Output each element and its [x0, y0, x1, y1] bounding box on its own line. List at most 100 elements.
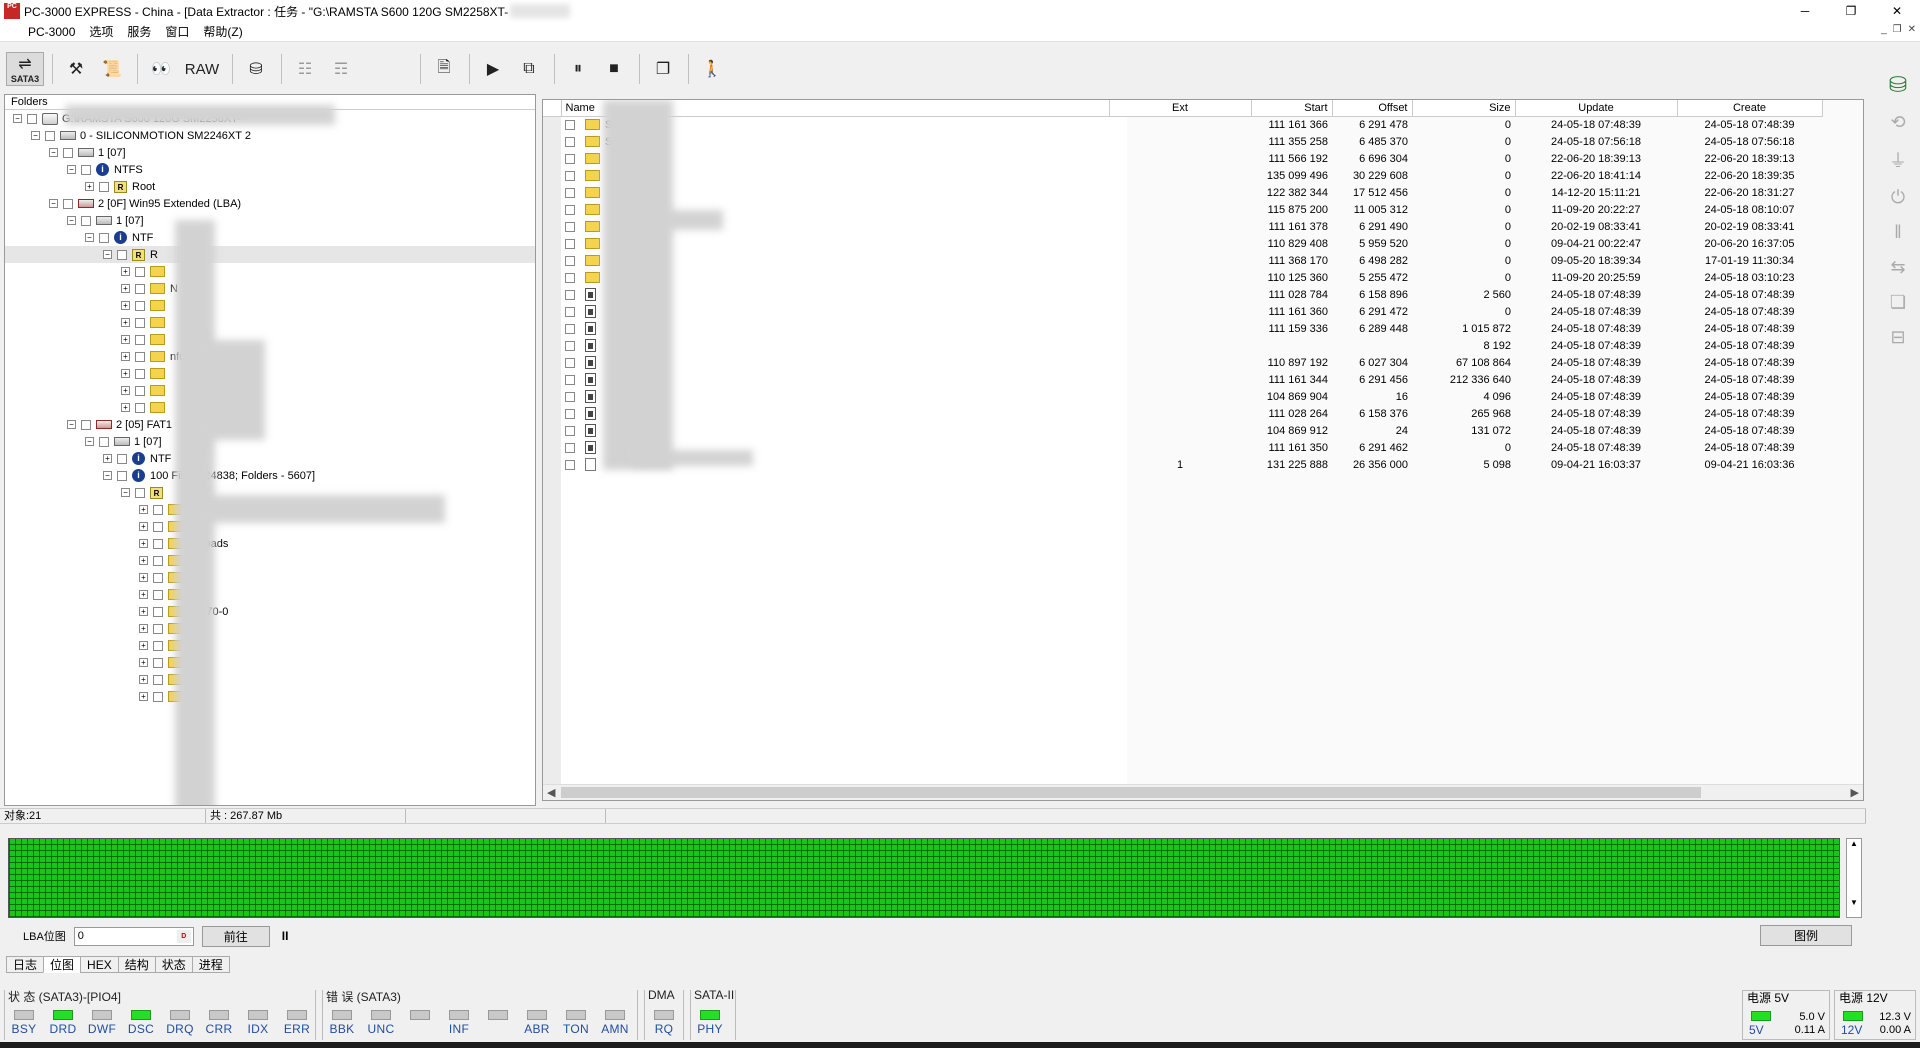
- tab-progress[interactable]: 进程: [191, 956, 230, 973]
- expand-icon[interactable]: +: [139, 675, 148, 684]
- menu-pc3000[interactable]: PC-3000: [0, 25, 82, 39]
- tree-checkbox[interactable]: [135, 402, 145, 413]
- expand-icon[interactable]: +: [121, 352, 130, 361]
- file-checkbox[interactable]: [565, 357, 575, 368]
- tree-checkbox[interactable]: [135, 385, 145, 396]
- file-checkbox[interactable]: [565, 340, 575, 351]
- network-icon[interactable]: ⧉: [512, 52, 546, 86]
- col-offset[interactable]: Offset: [1332, 100, 1413, 117]
- tree-checkbox[interactable]: [63, 147, 73, 158]
- tree-checkbox[interactable]: [45, 130, 55, 141]
- tree-node[interactable]: +: [5, 671, 535, 688]
- tree-checkbox[interactable]: [153, 606, 163, 617]
- lba-input[interactable]: 0 D: [73, 926, 194, 946]
- pause-icon[interactable]: ⏸: [561, 52, 595, 86]
- tree-checkbox[interactable]: [135, 300, 145, 311]
- file-checkbox[interactable]: [565, 187, 575, 198]
- tree-node[interactable]: − 1 [07]: [5, 433, 535, 450]
- horizontal-scrollbar[interactable]: ◀ ▶: [543, 784, 1863, 800]
- tree-checkbox[interactable]: [135, 351, 145, 362]
- tree-node[interactable]: +wnloads: [5, 535, 535, 552]
- lba-pause-button[interactable]: II: [282, 929, 289, 943]
- tree-node[interactable]: − 2 [05] FAT1: [5, 416, 535, 433]
- scroll-thumb[interactable]: [561, 787, 1701, 798]
- tree-node[interactable]: +: [5, 331, 535, 348]
- stop-icon[interactable]: ■: [597, 52, 631, 86]
- expand-icon[interactable]: +: [121, 301, 130, 310]
- menu-help[interactable]: 帮助(Z): [196, 23, 249, 40]
- expand-icon[interactable]: +: [139, 658, 148, 667]
- raw-button[interactable]: RAW: [180, 52, 224, 86]
- tree-checkbox[interactable]: [135, 317, 145, 328]
- menu-window[interactable]: 窗口: [158, 23, 196, 40]
- file-checkbox[interactable]: [565, 442, 575, 453]
- file-checkbox[interactable]: [565, 459, 575, 470]
- tree-node[interactable]: +b2870-0: [5, 603, 535, 620]
- collapse-icon[interactable]: −: [67, 165, 76, 174]
- tree-node[interactable]: +: [5, 569, 535, 586]
- tree-checkbox[interactable]: [153, 657, 163, 668]
- expand-icon[interactable]: +: [139, 641, 148, 650]
- connect-icon[interactable]: ⇆: [1890, 257, 1905, 278]
- tree-checkbox[interactable]: [153, 504, 163, 515]
- tree-node[interactable]: +: [5, 688, 535, 705]
- tree-checkbox[interactable]: [153, 589, 163, 600]
- expand-icon[interactable]: +: [121, 335, 130, 344]
- expand-icon[interactable]: +: [139, 556, 148, 565]
- legend-button[interactable]: 图例: [1760, 925, 1852, 946]
- tree-node[interactable]: +: [5, 297, 535, 314]
- tree-node[interactable]: +N: [5, 280, 535, 297]
- tree-checkbox[interactable]: [153, 538, 163, 549]
- go-button[interactable]: 前往: [201, 925, 270, 947]
- tree-node[interactable]: − 1 [07]: [5, 144, 535, 161]
- expand-icon[interactable]: +: [139, 692, 148, 701]
- minimize-button[interactable]: ─: [1782, 0, 1828, 22]
- file-row[interactable]: S111 355 2586 485 370024-05-18 07:56:182…: [543, 133, 1822, 150]
- file-checkbox[interactable]: [565, 374, 575, 385]
- file-checkbox[interactable]: [565, 204, 575, 215]
- reset-icon[interactable]: ⟲: [1890, 112, 1905, 133]
- expand-icon[interactable]: +: [85, 182, 94, 191]
- menu-options[interactable]: 选项: [82, 23, 120, 40]
- scroll-up-icon[interactable]: ▲: [1847, 839, 1861, 848]
- col-ext[interactable]: Ext: [1109, 100, 1252, 117]
- expand-icon[interactable]: +: [139, 590, 148, 599]
- collapse-icon[interactable]: −: [67, 216, 76, 225]
- expand-icon[interactable]: +: [121, 369, 130, 378]
- tree-checkbox[interactable]: [153, 555, 163, 566]
- file-checkbox[interactable]: [565, 289, 575, 300]
- expand-icon[interactable]: +: [139, 539, 148, 548]
- file-row[interactable]: 104 869 904 16 4 096 24-05-18 07:48:39 24-05…: [543, 388, 1822, 405]
- col-size[interactable]: Size: [1412, 100, 1516, 117]
- database-icon[interactable]: ⛁: [1889, 72, 1907, 98]
- file-row[interactable]: 111 161 378 6 291 490 0 20-02-19 08:33:41 20…: [543, 218, 1822, 235]
- col-update[interactable]: Update: [1515, 100, 1678, 117]
- file-row[interactable]: 110 829 408 5 959 520 0 09-04-21 00:22:47 20…: [543, 235, 1822, 252]
- expand-icon[interactable]: +: [139, 573, 148, 582]
- mdi-restore-button[interactable]: ❐: [1893, 24, 1902, 35]
- expand-icon[interactable]: +: [139, 607, 148, 616]
- side-pause-icon[interactable]: ‖: [1894, 222, 1901, 243]
- expand-icon[interactable]: +: [121, 386, 130, 395]
- expand-icon[interactable]: +: [139, 624, 148, 633]
- collapse-icon[interactable]: −: [49, 148, 58, 157]
- file-row[interactable]: 111 161 360 6 291 472 0 24-05-18 07:48:39 24…: [543, 303, 1822, 320]
- file-row[interactable]: 111 028 264 6 158 376 265 968 24-05-18 07:4…: [543, 405, 1822, 422]
- tree-node[interactable]: − i NTF: [5, 229, 535, 246]
- tree-tasks-icon[interactable]: ☶: [324, 52, 358, 86]
- collapse-icon[interactable]: −: [103, 471, 112, 480]
- play-icon[interactable]: ▶: [476, 52, 510, 86]
- tree-checkbox[interactable]: [135, 487, 145, 498]
- col-create[interactable]: Create: [1677, 100, 1823, 117]
- file-row[interactable]: 122 382 344 17 512 456 0 14-12-20 15:11:21 2…: [543, 184, 1822, 201]
- file-row[interactable]: 8 192 24-05-18 07:48:39 24-05-18 07:48:39: [543, 337, 1822, 354]
- tree-node[interactable]: +: [5, 552, 535, 569]
- exit-icon[interactable]: 🚶: [695, 52, 729, 86]
- file-row[interactable]: 111 161 344 6 291 456 212 336 640 24-05-18 …: [543, 371, 1822, 388]
- tab-hex[interactable]: HEX: [80, 956, 118, 973]
- tree-checkbox[interactable]: [117, 453, 127, 464]
- file-checkbox[interactable]: [565, 119, 575, 130]
- scroll-left-icon[interactable]: ◀: [547, 786, 555, 799]
- col-select[interactable]: [543, 100, 562, 117]
- file-checkbox[interactable]: [565, 255, 575, 266]
